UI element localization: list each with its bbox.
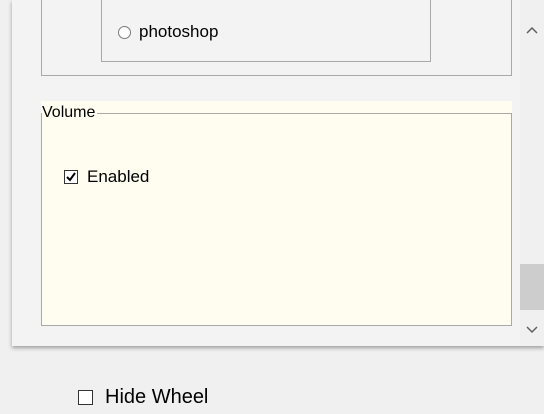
volume-group-frame [41, 113, 512, 326]
enabled-checkbox-label: Enabled [87, 167, 150, 186]
scroll-panel: photoshop Volume Enabled [12, 0, 544, 346]
radio-button-icon[interactable] [118, 25, 131, 39]
checkbox-checked-icon[interactable] [64, 170, 78, 184]
window-root: photoshop Volume Enabled Hide Wheel [0, 0, 544, 414]
radio-photoshop-label: photoshop [139, 22, 219, 41]
chevron-down-icon[interactable] [520, 318, 544, 342]
radio-photoshop[interactable]: photoshop [118, 20, 218, 44]
scroll-panel-content: photoshop Volume Enabled [12, 0, 520, 346]
vertical-scrollbar[interactable] [520, 0, 544, 346]
hide-wheel-checkbox[interactable]: Hide Wheel [78, 386, 208, 409]
enabled-checkbox[interactable]: Enabled [64, 167, 149, 187]
scrollbar-thumb[interactable] [520, 264, 544, 310]
volume-group-title: Volume [42, 104, 98, 122]
chevron-up-icon[interactable] [520, 18, 544, 42]
hide-wheel-label: Hide Wheel [105, 386, 209, 408]
volume-group: Volume [41, 101, 512, 326]
checkbox-unchecked-icon[interactable] [78, 390, 93, 405]
